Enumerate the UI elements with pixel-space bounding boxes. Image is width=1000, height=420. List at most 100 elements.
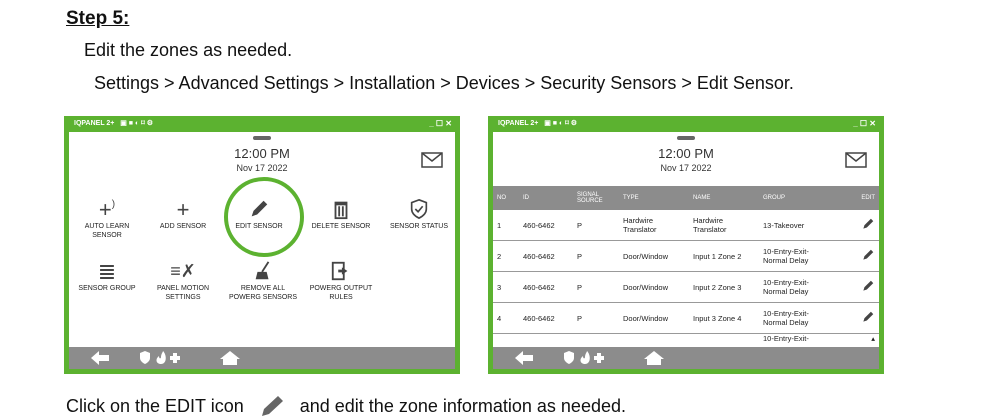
pencil-icon [261,396,283,416]
list-icon: ≣ [97,258,117,284]
tile-label: SENSOR GROUP [78,285,136,292]
footer-instruction: Click on the EDIT icon and edit the zone… [66,394,626,418]
tile-sensor-status[interactable]: SENSOR STATUS [381,196,455,231]
highlight-circle [224,177,304,257]
col-header-name: NAME [689,186,759,210]
edit-pencil-icon[interactable] [833,210,879,241]
scroll-indicator-icon: ▴ [871,334,875,343]
running-icon: ≡✗ [170,260,196,281]
cell-signal-source: P [573,210,619,241]
footer-text-before: Click on the EDIT icon [66,395,244,416]
cell-no: 2 [493,240,519,272]
plus-wifi-icon: +) [98,196,116,222]
cell-id: 460-6462 [519,240,573,272]
cell-no: 1 [493,210,519,241]
cell-type: Door/Window [619,302,689,334]
edit-pencil-icon[interactable] [833,271,879,303]
col-header-edit: EDIT [833,186,879,210]
clock-date: Nov 17 2022 [660,163,712,173]
exit-icon [303,258,379,284]
bottom-nav-bar [69,347,455,369]
drawer-handle[interactable] [253,136,271,140]
cell-name: Input 1 Zone 2 [689,240,759,272]
mail-icon[interactable] [421,152,443,168]
window-controls[interactable]: _ ☐ ✕ [853,116,876,132]
cell-name: Hardwire Translator [689,210,759,241]
bottom-nav-bar [493,347,879,369]
tile-sensor-group[interactable]: ≣ SENSOR GROUP [69,258,145,293]
table-row: 1 460-6462 P Hardwire Translator Hardwir… [493,210,879,241]
tile-delete-sensor[interactable]: DELETE SENSOR [303,196,379,231]
col-header-no: NO [493,186,519,210]
cell-signal-source: P [573,271,619,303]
back-arrow-icon[interactable] [513,350,535,366]
tile-label: PANEL MOTION SETTINGS [156,285,210,301]
cell-type: Door/Window [619,271,689,303]
status-icons: ▣ ■ ◐ ⌑ ⚙ [540,120,577,127]
table-row: 4 460-6462 P Door/Window Input 3 Zone 4 … [493,302,879,334]
window-titlebar: IQPANEL 2+ ▣ ■ ◐ ⌑ ⚙ _ ☐ ✕ [64,116,460,132]
cell-type: Door/Window [619,240,689,272]
cell-name: Input 2 Zone 3 [689,271,759,303]
trash-icon [303,196,379,222]
cell-group: 13-Takeover [759,210,833,241]
clock-date: Nov 17 2022 [236,163,288,173]
tile-auto-learn-sensor[interactable]: +) AUTO LEARN SENSOR [69,196,145,240]
cell-name: Input 3 Zone 4 [689,302,759,334]
security-shortcuts-icon[interactable] [563,350,607,366]
step-heading: Step 5: [66,8,130,29]
plus-icon: + [176,196,190,222]
shield-icon [381,196,455,222]
home-icon[interactable] [643,350,665,366]
table-row: 2 460-6462 P Door/Window Input 1 Zone 2 … [493,240,879,272]
back-arrow-icon[interactable] [89,350,111,366]
cell-signal-source: P [573,302,619,334]
col-header-group: GROUP [759,186,833,210]
cell-group: 10-Entry-Exit- [763,334,809,343]
drawer-handle[interactable] [677,136,695,140]
col-header-signal-source: SIGNAL SOURCE [573,186,619,210]
window-titlebar: IQPANEL 2+ ▣ ■ ◐ ⌑ ⚙ _ ☐ ✕ [488,116,884,132]
cell-group: 10-Entry-Exit-Normal Delay [759,271,833,303]
clock-time: 12:00 PM [234,146,290,161]
table-row: 3 460-6462 P Door/Window Input 2 Zone 3 … [493,271,879,303]
tile-label: AUTO LEARN SENSOR [84,223,130,239]
tile-label: REMOVE ALL POWERG SENSORS [228,285,298,301]
edit-pencil-icon[interactable] [833,302,879,334]
panel-screen: 12:00 PM Nov 17 2022 +) AUTO LEARN SENSO… [69,132,455,369]
cell-id: 460-6462 [519,210,573,241]
tile-powerg-output-rules[interactable]: POWERG OUTPUT RULES [303,258,379,302]
panel-screen: 12:00 PM Nov 17 2022 NO ID SIGNAL SOURCE… [493,132,879,369]
cell-signal-source: P [573,240,619,272]
tile-panel-motion-settings[interactable]: ≡✗ PANEL MOTION SETTINGS [145,258,221,302]
tile-add-sensor[interactable]: + ADD SENSOR [145,196,221,231]
table-header-row: NO ID SIGNAL SOURCE TYPE NAME GROUP EDIT [493,186,879,210]
window-title: IQPANEL 2+ [498,120,539,127]
cell-no: 3 [493,271,519,303]
panel-sensor-list-screen: IQPANEL 2+ ▣ ■ ◐ ⌑ ⚙ _ ☐ ✕ 12:00 PM Nov … [488,116,884,374]
footer-text-after: and edit the zone information as needed. [299,395,626,416]
tile-label: SENSOR STATUS [389,223,449,230]
tile-remove-all-powerg[interactable]: REMOVE ALL POWERG SENSORS [225,258,301,302]
panel-settings-screen: IQPANEL 2+ ▣ ■ ◐ ⌑ ⚙ _ ☐ ✕ 12:00 PM Nov … [64,116,460,374]
edit-pencil-icon[interactable] [833,240,879,272]
col-header-id: ID [519,186,573,210]
window-controls[interactable]: _ ☐ ✕ [429,116,452,132]
window-title: IQPANEL 2+ [74,120,115,127]
security-shortcuts-icon[interactable] [139,350,183,366]
mail-icon[interactable] [845,152,867,168]
broom-icon [225,258,301,284]
cell-id: 460-6462 [519,302,573,334]
home-icon[interactable] [219,350,241,366]
col-header-type: TYPE [619,186,689,210]
cell-group: 10-Entry-Exit-Normal Delay [759,302,833,334]
cell-no: 4 [493,302,519,334]
instruction-text: Edit the zones as needed. [84,40,293,60]
tile-label: ADD SENSOR [159,223,207,230]
cell-type: Hardwire Translator [619,210,689,241]
sensor-table: NO ID SIGNAL SOURCE TYPE NAME GROUP EDIT… [493,186,879,346]
clock-time: 12:00 PM [658,146,714,161]
tile-label: POWERG OUTPUT RULES [309,285,373,301]
status-icons: ▣ ■ ◐ ⌑ ⚙ [116,120,153,127]
cell-group: 10-Entry-Exit-Normal Delay [759,240,833,272]
